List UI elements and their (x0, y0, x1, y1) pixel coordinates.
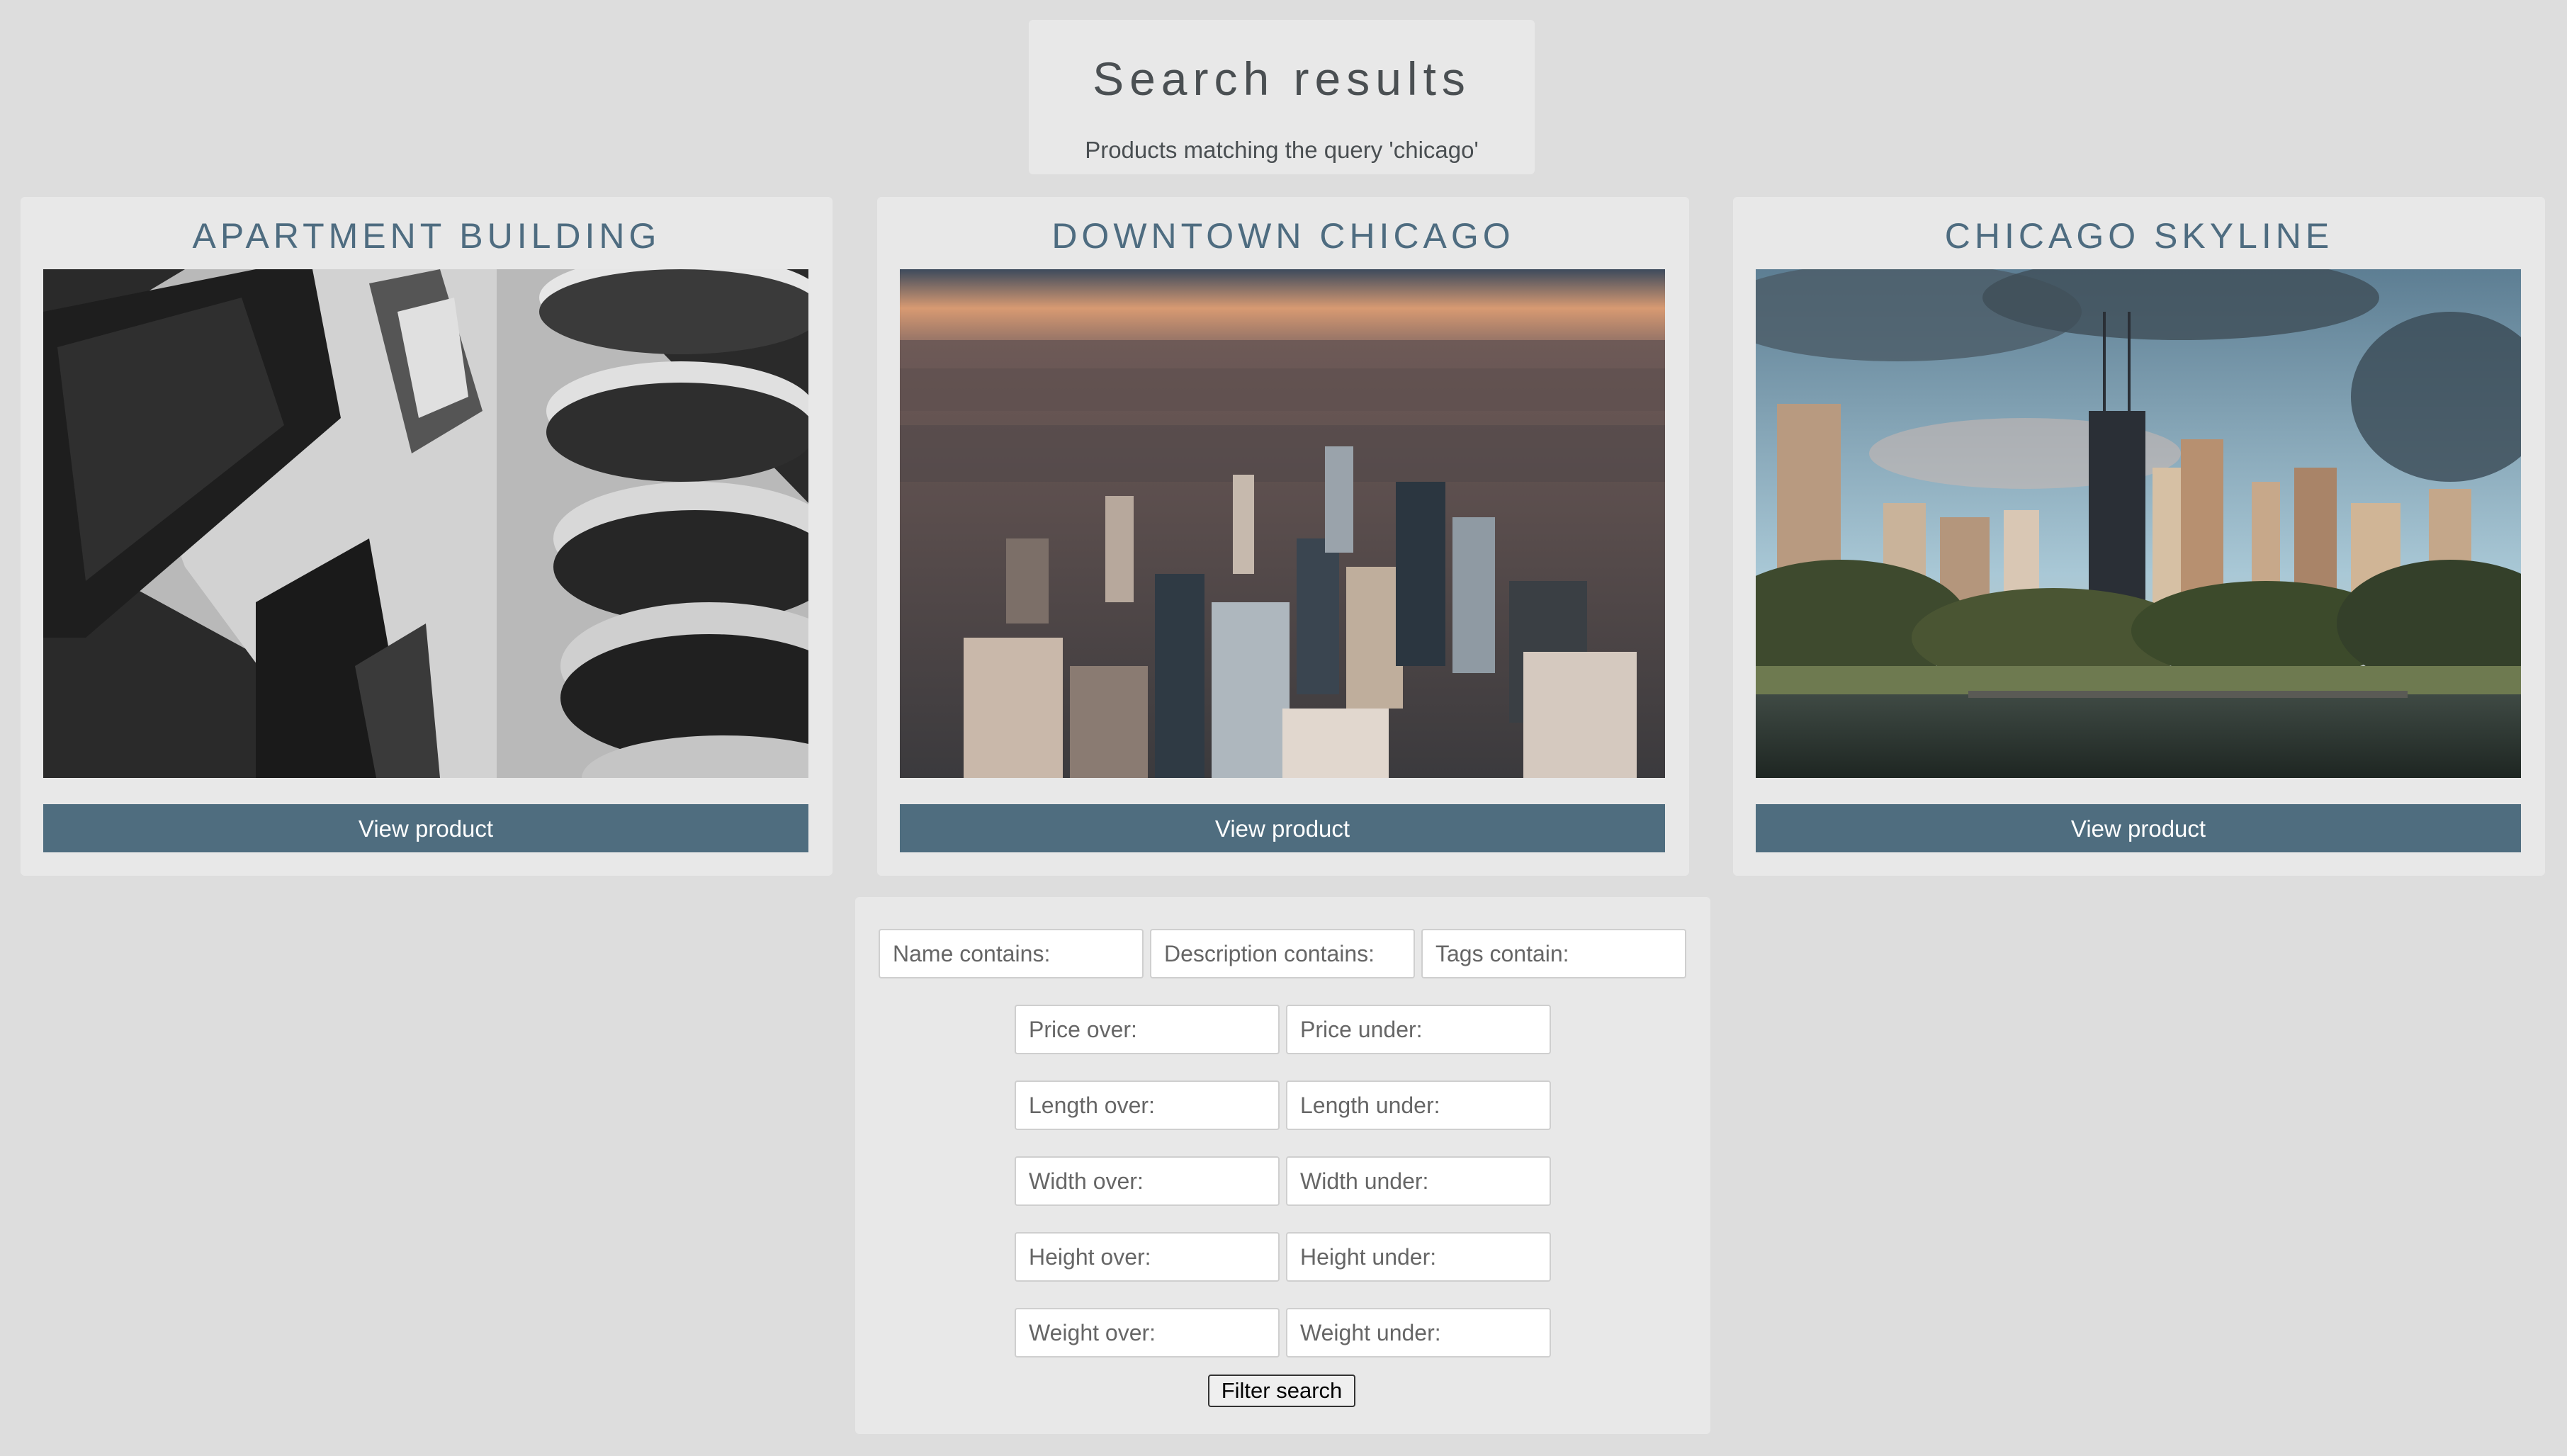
apartment-building-photo (43, 269, 808, 778)
product-title: APARTMENT BUILDING (192, 216, 661, 256)
name-contains-input[interactable] (879, 929, 1144, 978)
page-title: Search results (1093, 52, 1471, 105)
product-card: APARTMENT BUILDING View product (21, 197, 833, 876)
view-product-button[interactable]: View product (900, 804, 1665, 852)
length-under-input[interactable] (1286, 1080, 1551, 1130)
chicago-skyline-photo (1756, 269, 2521, 778)
width-over-input[interactable] (1015, 1156, 1280, 1206)
downtown-chicago-aerial-photo (900, 269, 1665, 778)
description-contains-input[interactable] (1150, 929, 1415, 978)
filter-panel: Filter search (855, 897, 1710, 1434)
product-card: CHICAGO SKYLINE View product (1733, 197, 2545, 876)
filter-search-button[interactable]: Filter search (1208, 1375, 1355, 1407)
height-over-input[interactable] (1015, 1232, 1280, 1282)
product-card: DOWNTOWN CHICAGO View product (877, 197, 1689, 876)
width-under-input[interactable] (1286, 1156, 1551, 1206)
page-subtitle: Products matching the query 'chicago' (1085, 137, 1479, 163)
weight-under-input[interactable] (1286, 1308, 1551, 1358)
view-product-button[interactable]: View product (1756, 804, 2521, 852)
length-over-input[interactable] (1015, 1080, 1280, 1130)
tags-contain-input[interactable] (1421, 929, 1686, 978)
price-over-input[interactable] (1015, 1005, 1280, 1054)
search-results-header: Search results Products matching the que… (1029, 20, 1535, 174)
view-product-button[interactable]: View product (43, 804, 808, 852)
product-title: DOWNTOWN CHICAGO (1051, 216, 1515, 256)
weight-over-input[interactable] (1015, 1308, 1280, 1358)
product-title: CHICAGO SKYLINE (1944, 216, 2334, 256)
height-under-input[interactable] (1286, 1232, 1551, 1282)
price-under-input[interactable] (1286, 1005, 1551, 1054)
